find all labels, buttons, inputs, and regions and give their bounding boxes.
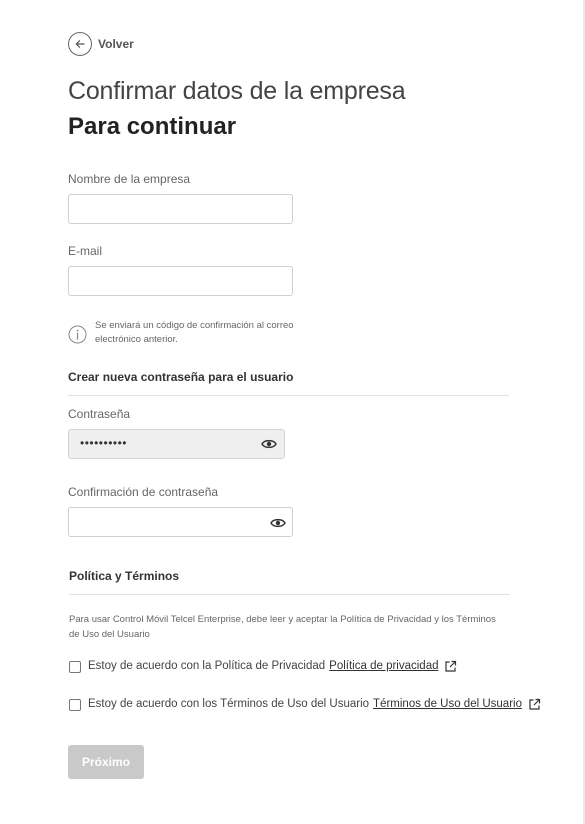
- back-label: Volver: [98, 37, 134, 51]
- eye-icon[interactable]: [261, 437, 277, 449]
- company-name-input[interactable]: [68, 194, 293, 224]
- privacy-policy-link[interactable]: Política de privacidad: [329, 660, 438, 672]
- password-section-divider: [68, 395, 509, 396]
- terms-agreement-text: Estoy de acuerdo con los Términos de Uso…: [88, 698, 370, 710]
- password-section-title: Crear nueva contraseña para el usuario: [68, 370, 294, 384]
- terms-of-use-link[interactable]: Términos de Uso del Usuario: [373, 698, 522, 710]
- back-button[interactable]: Volver: [68, 32, 134, 56]
- privacy-agreement-row: Estoy de acuerdo con la Política de Priv…: [69, 659, 457, 673]
- password-label: Contraseña: [68, 407, 131, 421]
- privacy-agreement-text: Estoy de acuerdo con la Política de Priv…: [88, 660, 326, 672]
- email-input[interactable]: [68, 266, 293, 296]
- confirm-password-label: Confirmación de contraseña: [68, 485, 219, 499]
- arrow-left-icon: [68, 32, 92, 56]
- info-text: Se enviará un código de confirmación al …: [95, 320, 294, 345]
- external-link-icon[interactable]: [444, 660, 457, 673]
- eye-icon[interactable]: [270, 516, 286, 528]
- privacy-checkbox[interactable]: [69, 661, 81, 673]
- terms-agreement-row: Estoy de acuerdo con los Términos de Uso…: [69, 697, 541, 711]
- info-icon: [68, 325, 87, 349]
- policy-section-divider: [69, 594, 510, 595]
- policy-section-title: Política y Términos: [69, 569, 180, 583]
- confirm-password-input[interactable]: [68, 507, 293, 537]
- next-button[interactable]: Próximo: [68, 745, 144, 779]
- company-name-label: Nombre de la empresa: [68, 172, 191, 186]
- terms-checkbox[interactable]: [69, 699, 81, 711]
- policy-description: Para usar Control Móvil Telcel Enterpris…: [69, 614, 496, 640]
- page-title: Confirmar datos de la empresa: [68, 77, 406, 105]
- password-masked-value: ••••••••••: [80, 436, 128, 450]
- external-link-icon[interactable]: [528, 698, 541, 711]
- page-subtitle: Para continuar: [68, 113, 237, 140]
- email-label: E-mail: [68, 244, 103, 258]
